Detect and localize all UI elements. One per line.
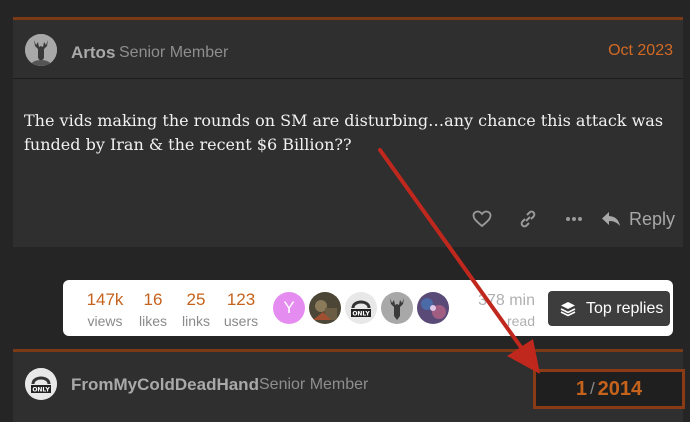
layers-icon [560,301,576,316]
views-label: views [87,313,123,329]
top-replies-button[interactable]: Top replies [548,291,670,326]
links-stat[interactable]: 25 links [178,290,214,330]
reply-arrow-icon [601,212,620,226]
read-time-label: read [506,313,535,329]
links-count: 25 [186,290,206,309]
users-label: users [223,313,259,329]
svg-text:ONLY: ONLY [352,311,370,318]
only-badge-avatar-icon: ONLY [25,368,57,400]
avatar[interactable]: ONLY [25,368,57,400]
post-card: Artos Senior Member Oct 2023 The vids ma… [13,17,683,247]
user-photo-icon [309,292,341,324]
link-icon [520,210,536,228]
post-body: The vids making the rounds on SM are dis… [24,111,664,154]
timeline-total: 2014 [597,377,643,400]
timeline-position[interactable]: 1 / 2014 [533,369,685,409]
participant-avatar[interactable] [309,292,341,324]
participant-initial: Y [283,298,295,317]
likes-stat: 16 likes [137,290,169,330]
like-button[interactable] [459,206,505,232]
reply-button[interactable]: Reply [601,209,675,230]
post-actions: Reply [459,206,675,232]
users-stat[interactable]: 123 users [220,290,262,330]
post-username[interactable]: Artos [71,43,115,63]
participant-avatar[interactable]: ONLY [345,292,377,324]
views-stat: 147k views [81,290,129,330]
only-badge-avatar-icon: ONLY [345,292,377,324]
deer-avatar-icon [25,34,57,66]
likes-label: likes [138,313,167,329]
read-time-value: 378 min [478,292,535,309]
participant-avatar[interactable] [381,292,413,324]
post-date[interactable]: Oct 2023 [608,42,673,60]
ellipsis-icon [565,217,582,221]
top-replies-label: Top replies [586,299,664,317]
topic-stats-bar: 147k views 16 likes 25 links 123 users Y… [63,280,673,336]
participant-avatar[interactable]: Y [273,292,305,324]
heart-icon [472,210,492,228]
deer-avatar-icon [381,292,413,324]
participant-avatar[interactable] [417,292,449,324]
user-photo-icon [417,292,449,324]
more-actions-button[interactable] [551,206,597,232]
post-header: Artos Senior Member Oct 2023 [13,20,683,79]
links-label: links [181,313,210,329]
timeline-separator: / [589,379,595,398]
avatar[interactable] [25,34,57,66]
reply-label: Reply [628,208,675,229]
share-link-button[interactable] [505,206,551,232]
views-count: 147k [86,290,124,309]
post-user-title: Senior Member [259,376,369,393]
post-user-title: Senior Member [119,44,229,61]
likes-count: 16 [143,290,163,309]
users-count: 123 [226,290,256,309]
timeline-current: 1 [575,377,587,400]
post-username[interactable]: FromMyColdDeadHand [71,375,259,395]
avatar-badge-text: ONLY [32,387,50,394]
read-time-stat: 378 min read [475,291,535,330]
